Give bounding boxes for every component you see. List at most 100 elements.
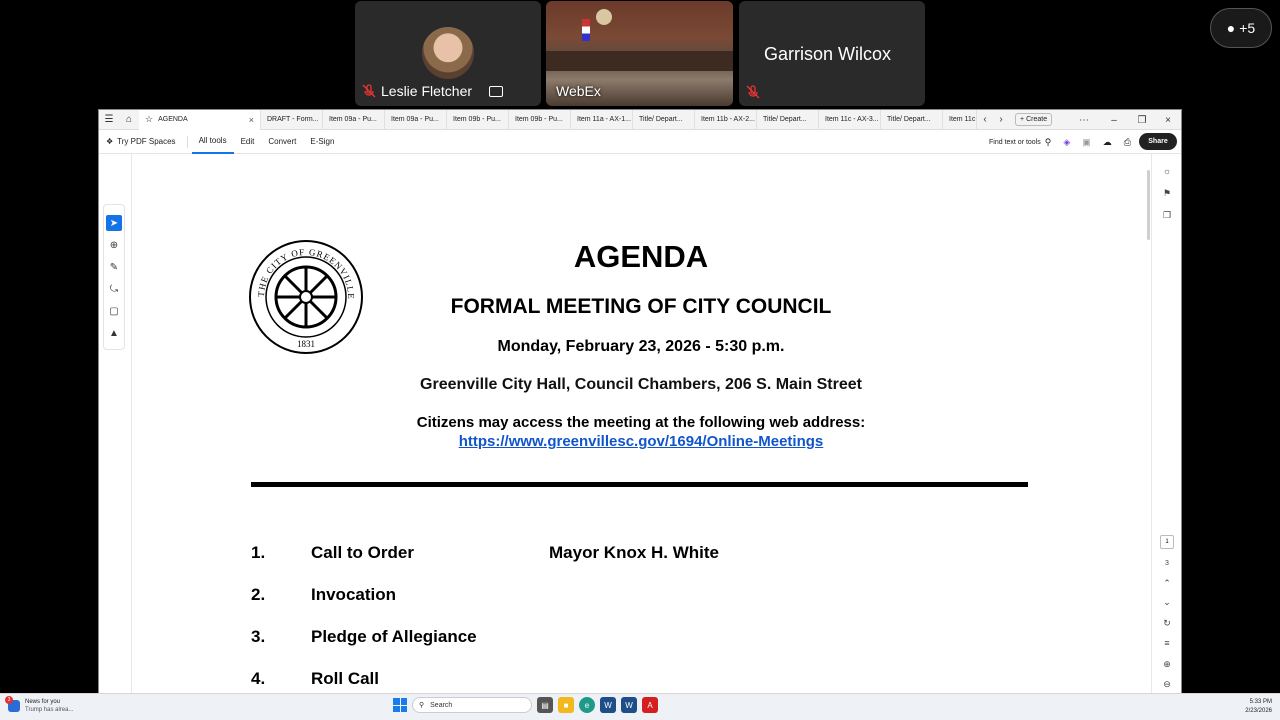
acrobat-icon[interactable]: A	[642, 697, 658, 713]
tab-agenda[interactable]: ☆ AGENDA ×	[139, 110, 261, 130]
agenda-item-label: Invocation	[311, 585, 397, 604]
agenda-item-label: Roll Call	[311, 669, 380, 688]
chevron-right-icon[interactable]: ›	[993, 110, 1009, 130]
participant-tile-leslie[interactable]: Leslie Fletcher	[355, 1, 541, 106]
access-text: Citizens may access the meeting at the f…	[416, 414, 866, 431]
spaces-icon: ❖	[106, 137, 114, 146]
create-button[interactable]: + Create	[1015, 113, 1053, 126]
more-options-icon[interactable]: ⋯	[1073, 110, 1095, 130]
plus-icon: +	[1020, 116, 1025, 123]
agenda-item-number: 3.	[251, 627, 266, 646]
tab-edit[interactable]: Edit	[234, 130, 262, 154]
pdf-page: THE CITY OF GREENVILLE, SOUTH CAROLINA 1…	[133, 154, 1151, 694]
participant-tile-webex[interactable]: WebEx	[546, 1, 733, 106]
meeting-url-link[interactable]: https://www.greenvillesc.gov/1694/Online…	[459, 433, 824, 450]
taskbar-search[interactable]: ⚲ Search	[412, 697, 532, 713]
cloud-upload-icon[interactable]: ☁	[1103, 137, 1112, 148]
meeting-date: Monday, February 23, 2026 - 5:30 p.m.	[497, 338, 785, 355]
tab-convert[interactable]: Convert	[261, 130, 303, 154]
close-tab-icon[interactable]: ×	[249, 115, 254, 125]
tab-all-tools[interactable]: All tools	[191, 130, 234, 154]
divider	[186, 135, 188, 148]
tab-document[interactable]: Title/ Depart...	[633, 110, 695, 130]
chevron-left-icon[interactable]: ‹	[977, 110, 993, 130]
tab-document[interactable]: Item 09b - Pu...	[447, 110, 509, 130]
tab-label: Item 09a - Pu...	[391, 116, 439, 123]
chevron-down-icon[interactable]: ⌄	[1160, 595, 1174, 609]
agenda-item-label: Pledge of Allegiance	[311, 627, 477, 646]
restore-icon[interactable]: ❐	[1131, 110, 1153, 130]
search-placeholder: Search	[430, 701, 453, 709]
person-icon: ●	[1226, 20, 1236, 36]
save-icon[interactable]: ▣	[1082, 137, 1091, 148]
tab-document[interactable]: DRAFT - Form...	[261, 110, 323, 130]
system-clock[interactable]: 5:33 PM 2/23/2026	[1245, 698, 1272, 716]
tab-label: Item 11c - AX-3...	[825, 116, 879, 123]
divider-rule	[251, 482, 1028, 487]
participant-name: Leslie Fletcher	[381, 83, 473, 99]
comment-icon[interactable]: ☼	[1160, 164, 1174, 178]
edge-icon[interactable]: e	[579, 697, 595, 713]
star-icon[interactable]: ☆	[145, 114, 153, 125]
chevron-up-icon[interactable]: ⌃	[1160, 576, 1174, 590]
tab-document[interactable]: Item 09b - Pu...	[509, 110, 571, 130]
tab-bar: ☰ ⌂ ☆ AGENDA × DRAFT - Form... Item 09a …	[99, 110, 1181, 130]
participant-name: Garrison Wilcox	[764, 44, 892, 64]
tab-label: Item 11b - AX-2...	[701, 116, 755, 123]
tab-document[interactable]: Item 09a - Pu...	[323, 110, 385, 130]
tab-document[interactable]: Title/ Depart...	[757, 110, 819, 130]
menu-icon[interactable]: ☰	[99, 110, 119, 130]
right-panel: ☼ ⚑ ❐ 1 3 ⌃ ⌄ ↻ ≡ ⊕ ⊖	[1151, 154, 1181, 694]
webex-meetings-icon[interactable]: W	[621, 697, 637, 713]
tab-esign[interactable]: E-Sign	[303, 130, 341, 154]
try-pdf-spaces-label: Try PDF Spaces	[117, 137, 176, 146]
print-icon[interactable]: ⎙	[1124, 137, 1131, 148]
bookmark-icon[interactable]: ⚑	[1160, 186, 1174, 200]
file-explorer-icon[interactable]: ■	[558, 697, 574, 713]
tab-label: DRAFT - Form...	[267, 116, 319, 123]
tab-label: Title/ Depart...	[763, 116, 807, 123]
tab-document[interactable]: Item 11c	[943, 110, 977, 130]
tab-document[interactable]: Item 11a - AX-1...	[571, 110, 633, 130]
meeting-subtitle: FORMAL MEETING OF CITY COUNCIL	[450, 295, 832, 318]
total-pages: 3	[1165, 559, 1169, 567]
close-window-icon[interactable]: ×	[1157, 110, 1179, 130]
tab-document[interactable]: Item 11c - AX-3...	[819, 110, 881, 130]
muted-mic-icon	[746, 85, 760, 99]
task-view-icon[interactable]: ▤	[537, 697, 553, 713]
webex-icon[interactable]: W	[600, 697, 616, 713]
zoom-in-icon[interactable]: ⊕	[1160, 657, 1174, 671]
tab-document[interactable]: Item 09a - Pu...	[385, 110, 447, 130]
try-pdf-spaces-button[interactable]: ❖ Try PDF Spaces	[99, 130, 183, 154]
clock-date: 2/23/2026	[1245, 708, 1272, 714]
clock-time: 5:33 PM	[1249, 699, 1272, 705]
quick-tools: ➤ ⊕ ✎ ⤿ ▢ ▲	[103, 204, 125, 350]
news-subtitle: Trump has alrea...	[25, 707, 74, 713]
agenda-item-label: Call to Order	[311, 543, 414, 562]
ai-assistant-icon[interactable]: ◈	[1063, 137, 1070, 148]
find-text-button[interactable]: Find text or tools ⚲	[989, 137, 1051, 148]
screen: Leslie Fletcher WebEx Garrison Wilcox ● …	[0, 0, 1280, 720]
tab-label: Title/ Depart...	[639, 116, 683, 123]
news-widget[interactable]: 3 News for you Trump has alrea...	[5, 696, 74, 714]
rotate-icon[interactable]: ↻	[1160, 616, 1174, 630]
find-label: Find text or tools	[989, 138, 1041, 146]
search-icon: ⚲	[1044, 136, 1052, 147]
scroll-mode-icon[interactable]: ≡	[1160, 636, 1174, 650]
agenda-item-presenter: Mayor Knox H. White	[549, 543, 720, 562]
tab-document[interactable]: Title/ Depart...	[881, 110, 943, 130]
select-cursor-icon[interactable]: ➤	[106, 215, 122, 231]
minimize-icon[interactable]: –	[1103, 110, 1125, 130]
more-participants-button[interactable]: ● +5	[1210, 8, 1272, 48]
home-icon[interactable]: ⌂	[119, 110, 139, 130]
tab-document[interactable]: Item 11b - AX-2...	[695, 110, 757, 130]
tab-label: Title/ Depart...	[887, 116, 931, 123]
current-page-box[interactable]: 1	[1160, 535, 1174, 549]
more-participants-count: +5	[1239, 20, 1256, 36]
vertical-scrollbar[interactable]	[1147, 170, 1150, 240]
zoom-out-icon[interactable]: ⊖	[1160, 677, 1174, 691]
participant-tile-garrison[interactable]: Garrison Wilcox	[739, 1, 925, 106]
pages-icon[interactable]: ❐	[1160, 208, 1174, 222]
windows-start-icon[interactable]	[393, 698, 407, 712]
share-button[interactable]: Share	[1139, 133, 1177, 150]
